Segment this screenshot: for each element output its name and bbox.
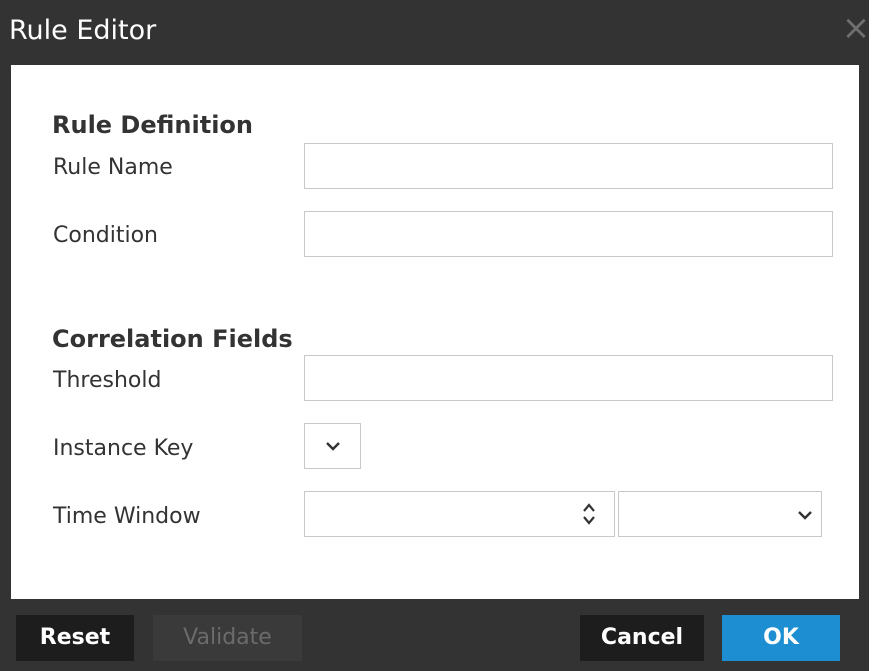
dialog-body: Rule Definition Rule Name Condition Corr… [11,65,859,599]
rule-definition-heading: Rule Definition [52,111,253,139]
reset-button[interactable]: Reset [16,615,134,661]
time-window-unit-select[interactable] [618,491,822,537]
dialog-title: Rule Editor [9,15,157,46]
threshold-input[interactable] [304,355,833,401]
rule-editor-dialog: Rule Editor Rule Definition Rule Name Co… [0,0,869,671]
spinner-arrows-icon[interactable] [581,501,597,527]
condition-label: Condition [53,223,158,248]
condition-input[interactable] [304,211,833,257]
threshold-label: Threshold [53,368,162,393]
time-window-number-input[interactable] [304,491,615,537]
rule-name-label: Rule Name [53,155,173,180]
dialog-titlebar: Rule Editor [0,0,869,65]
chevron-down-icon [798,511,812,520]
time-window-label: Time Window [53,504,201,529]
instance-key-select[interactable] [304,423,361,469]
chevron-down-icon [326,442,340,451]
ok-button[interactable]: OK [722,615,840,661]
instance-key-label: Instance Key [53,436,194,461]
rule-name-input[interactable] [304,143,833,189]
correlation-fields-heading: Correlation Fields [52,325,293,353]
close-icon[interactable]: × [840,11,872,45]
dialog-footer: Reset Validate Cancel OK [0,599,869,671]
cancel-button[interactable]: Cancel [580,615,704,661]
validate-button[interactable]: Validate [153,615,302,661]
